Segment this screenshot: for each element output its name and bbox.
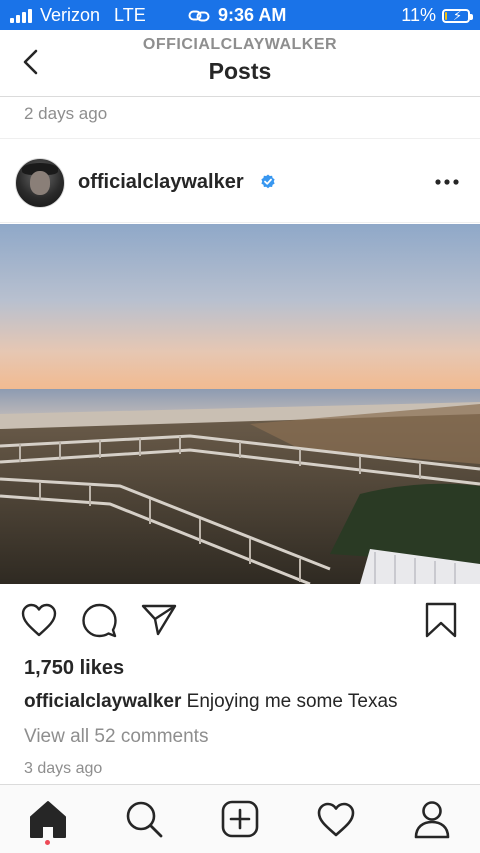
avatar[interactable] <box>15 158 65 208</box>
previous-post-timestamp: 2 days ago <box>24 104 108 123</box>
caption-username[interactable]: officialclaywalker <box>24 691 181 712</box>
verified-badge-icon <box>261 174 275 189</box>
battery-icon: ⚡ <box>442 8 473 23</box>
comment-icon[interactable] <box>80 602 118 638</box>
more-horizontal-icon[interactable] <box>432 170 462 194</box>
profile-icon[interactable] <box>410 797 454 841</box>
bookmark-icon[interactable] <box>424 601 458 639</box>
heart-icon[interactable] <box>20 602 58 638</box>
bottom-nav <box>0 784 480 853</box>
network-label: LTE <box>114 5 146 25</box>
post-timestamp: 3 days ago <box>24 760 103 777</box>
search-icon[interactable] <box>122 797 166 841</box>
send-icon[interactable] <box>140 602 178 638</box>
activity-heart-icon[interactable] <box>314 797 358 841</box>
link-icon <box>188 10 210 21</box>
status-bar: Verizon LTE 9:36 AM 11% ⚡ <box>0 0 480 30</box>
caption-text: Enjoying me some Texas <box>186 691 398 712</box>
page-header: OFFICIALCLAYWALKER Posts <box>0 30 480 97</box>
clock-label: 9:36 AM <box>218 5 287 25</box>
post-username[interactable]: officialclaywalker <box>78 171 244 194</box>
account-name: OFFICIALCLAYWALKER <box>142 36 338 53</box>
likes-count[interactable]: 1,750 likes <box>24 657 124 680</box>
notification-dot <box>45 840 50 845</box>
battery-percent: 11% <box>401 5 436 25</box>
signal-icon <box>10 8 32 23</box>
page-title: Posts <box>208 58 272 84</box>
photo-top-divider <box>0 222 480 223</box>
post-divider <box>0 138 480 139</box>
home-icon[interactable] <box>26 797 70 841</box>
carrier-label: Verizon <box>40 5 101 25</box>
post-caption: officialclaywalker Enjoying me some Texa… <box>24 691 398 713</box>
view-comments-link[interactable]: View all 52 comments <box>24 726 208 748</box>
add-post-icon[interactable] <box>218 797 262 841</box>
post-photo[interactable] <box>0 224 480 584</box>
